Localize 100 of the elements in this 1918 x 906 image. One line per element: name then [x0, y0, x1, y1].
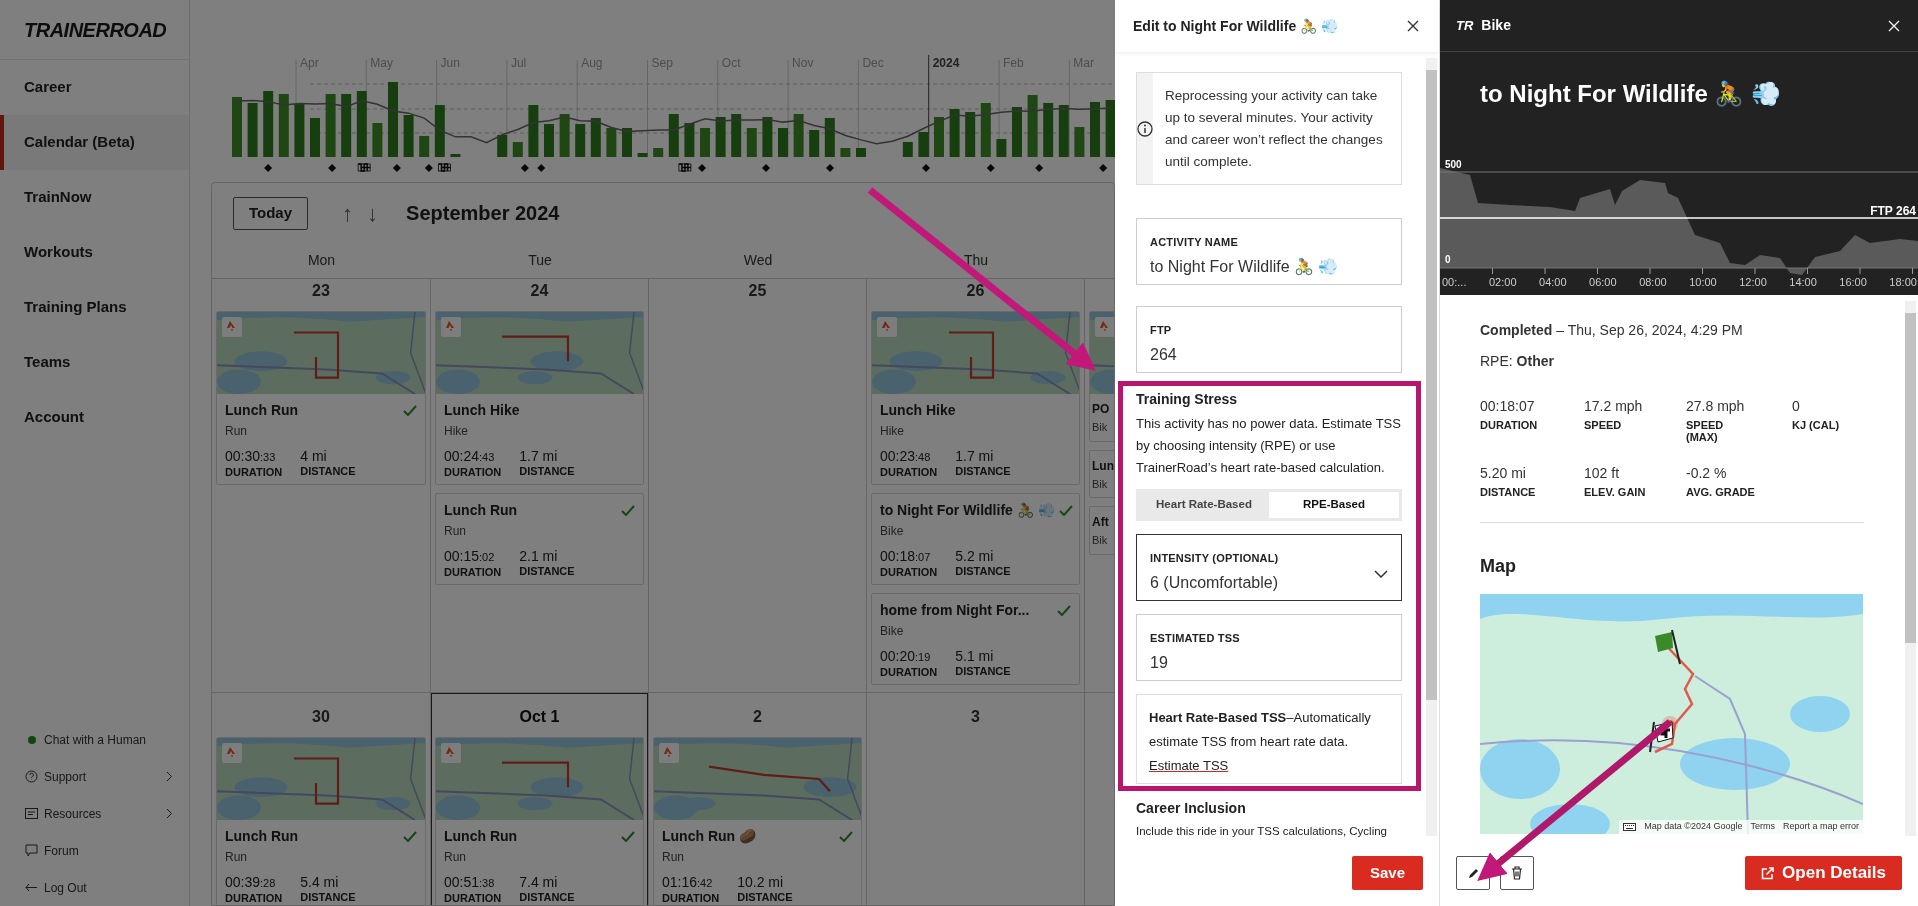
diamond-icon: [1035, 164, 1044, 172]
sidebar-item[interactable]: Calendar (Beta): [0, 115, 189, 170]
activity-card[interactable]: Lun Bik: [1089, 449, 1114, 498]
sidebar-item[interactable]: Teams: [0, 335, 189, 390]
stat-value: 4 mi: [300, 448, 328, 464]
activity-title: to Night For Wildlife 🚴 💨: [880, 501, 1055, 520]
status-dot-icon: [26, 734, 37, 745]
chart-bar: [294, 104, 305, 157]
sidebar-link[interactable]: Support: [0, 758, 189, 795]
mode-tab[interactable]: RPE-Based: [1269, 492, 1399, 518]
stat-value: 5.20 mi: [1480, 464, 1527, 483]
chart-bar: [840, 148, 851, 157]
sidebar-item[interactable]: TrainNow: [0, 170, 189, 225]
weekday-label: Thu: [963, 251, 989, 270]
activity-card[interactable]: Lunch Run 🥔 Run 01:16:42 DURATION 10.2 mi DISTANCE: [653, 737, 862, 905]
input-field[interactable]: ESTIMATED TSS 19: [1136, 614, 1402, 681]
section-title: Career Inclusion: [1136, 799, 1247, 818]
axis-label: 00:...: [1442, 275, 1467, 290]
activity-card[interactable]: to Night For Wildlife 🚴 💨 Bike 00:18:07 DURATION 5.2 mi DISTANCE: [871, 493, 1080, 585]
stat-label: DURATION: [225, 891, 283, 905]
save-button[interactable]: Save: [1351, 856, 1423, 890]
activity-card[interactable]: Lunch Run Run 00:39:28 DURATION 5.4 mi DISTANCE: [216, 737, 426, 905]
chart-bar: [263, 91, 274, 157]
stat-value: 10.2 mi: [737, 874, 785, 890]
stat-value: 5.1 mi: [955, 648, 995, 664]
arrow-left-icon: [25, 883, 38, 892]
activity-card[interactable]: Lunch Hike Hike 00:23:48 DURATION 1.7 mi DISTANCE: [871, 311, 1080, 485]
sidebar-link[interactable]: Chat with a Human: [0, 721, 189, 758]
stat-label: ELEV. GAIN: [1584, 486, 1647, 498]
diamond-icon: [328, 164, 337, 172]
stat-label: DISTANCE: [519, 564, 575, 578]
chart-bar: [965, 112, 976, 157]
close-button[interactable]: [1405, 18, 1421, 34]
chart-bar: [310, 118, 320, 157]
axis-label: 06:00: [1589, 275, 1617, 290]
activity-card[interactable]: Lunch Run Run 00:15:02 DURATION 2.1 mi DISTANCE: [435, 493, 644, 585]
day-number: 2: [753, 707, 762, 727]
terms-link[interactable]: Terms: [1750, 820, 1775, 834]
chat-bubble-icon: [25, 844, 38, 857]
chart-bar: [1074, 127, 1085, 157]
chart-bar: [700, 128, 710, 157]
day-number: 3: [971, 707, 980, 727]
activity-type: Bik: [1092, 476, 1109, 492]
stat-label: DURATION: [1480, 419, 1539, 431]
report-link[interactable]: Report a map error: [1782, 820, 1859, 834]
axis-label: 04:00: [1539, 275, 1567, 290]
intensity-select[interactable]: INTENSITY (OPTIONAL) 6 (Uncomfortable): [1136, 534, 1402, 601]
weekday-label: Wed: [743, 251, 773, 270]
sidebar-link[interactable]: Forum: [0, 832, 189, 869]
input-field[interactable]: ACTIVITY NAME to Night For Wildlife 🚴 💨: [1136, 218, 1402, 285]
activity-title: Lunch Run: [444, 827, 518, 846]
zigzag-icon: [664, 747, 674, 759]
activity-card[interactable]: Aft Bik: [1089, 506, 1114, 555]
stat-value: 5.2 mi: [955, 548, 995, 564]
map-attribution: Map data ©2024 Google: [1644, 820, 1743, 834]
checkered-flag-icon: [437, 163, 452, 172]
next-button[interactable]: ↓: [367, 196, 379, 230]
activity-title: Lunch Run: [444, 501, 518, 520]
sidebar-link[interactable]: Log Out: [0, 869, 189, 906]
delete-button[interactable]: [1500, 856, 1534, 890]
activity-card[interactable]: home from Night For... Bike 00:20:19 DURATION 5.1 mi DISTANCE: [871, 593, 1080, 685]
day-number: Oct 1: [519, 707, 560, 727]
stat-label: DURATION: [225, 465, 283, 479]
activity-card[interactable]: Lunch Run Run 00:30:33 DURATION 4 mi DISTANCE: [216, 311, 426, 485]
chart-bar: [559, 114, 570, 157]
open-details-button[interactable]: Open Details: [1745, 856, 1902, 890]
diamond-icon: [698, 164, 706, 172]
check-icon: [1057, 605, 1071, 616]
sidebar-item[interactable]: Training Plans: [0, 280, 189, 335]
mode-tab[interactable]: Heart Rate-Based: [1139, 492, 1269, 518]
sidebar-item[interactable]: Account: [0, 390, 189, 445]
activity-card[interactable]: PO Bik: [1089, 311, 1114, 442]
axis-label: 02:00: [1489, 275, 1517, 290]
sidebar-link[interactable]: Resources: [0, 795, 189, 832]
edit-button[interactable]: [1456, 856, 1490, 890]
chart-bar: [934, 117, 944, 157]
info-icon: [1137, 120, 1153, 137]
chart-bar: [419, 136, 430, 157]
axis-label: 14:00: [1789, 275, 1817, 290]
stat-value: 2.1 mi: [519, 548, 559, 564]
estimate-tss-link[interactable]: Estimate TSS: [1149, 758, 1229, 773]
sidebar-item[interactable]: Workouts: [0, 225, 189, 280]
activity-card[interactable]: Lunch Run Run 00:51:38 DURATION 7.4 mi DISTANCE: [435, 737, 644, 905]
previous-button[interactable]: ↑: [342, 196, 354, 230]
chart-bar: [637, 153, 648, 157]
activity-card[interactable]: Lunch Hike Hike 00:24:43 DURATION 1.7 mi DISTANCE: [435, 311, 644, 485]
info-text: Heart Rate-Based TSS–Automatically estimate TSS from heart rate data.: [1149, 709, 1372, 751]
chart-bar: [1012, 107, 1022, 157]
diamond-icon: [762, 164, 770, 172]
input-field[interactable]: FTP 264: [1136, 306, 1402, 373]
month-label: 2024: [932, 55, 960, 72]
rpe-text: RPE: Other: [1480, 352, 1555, 371]
chart-bar: [590, 118, 601, 157]
today-button[interactable]: Today: [233, 196, 309, 230]
activity-title: Lunch Run: [225, 401, 299, 420]
sidebar-item[interactable]: Career: [0, 60, 189, 115]
chart-bar: [684, 123, 695, 157]
chart-bar: [356, 91, 367, 157]
stat-label: DURATION: [444, 565, 502, 579]
stat-value: 00:24:43: [444, 448, 496, 465]
